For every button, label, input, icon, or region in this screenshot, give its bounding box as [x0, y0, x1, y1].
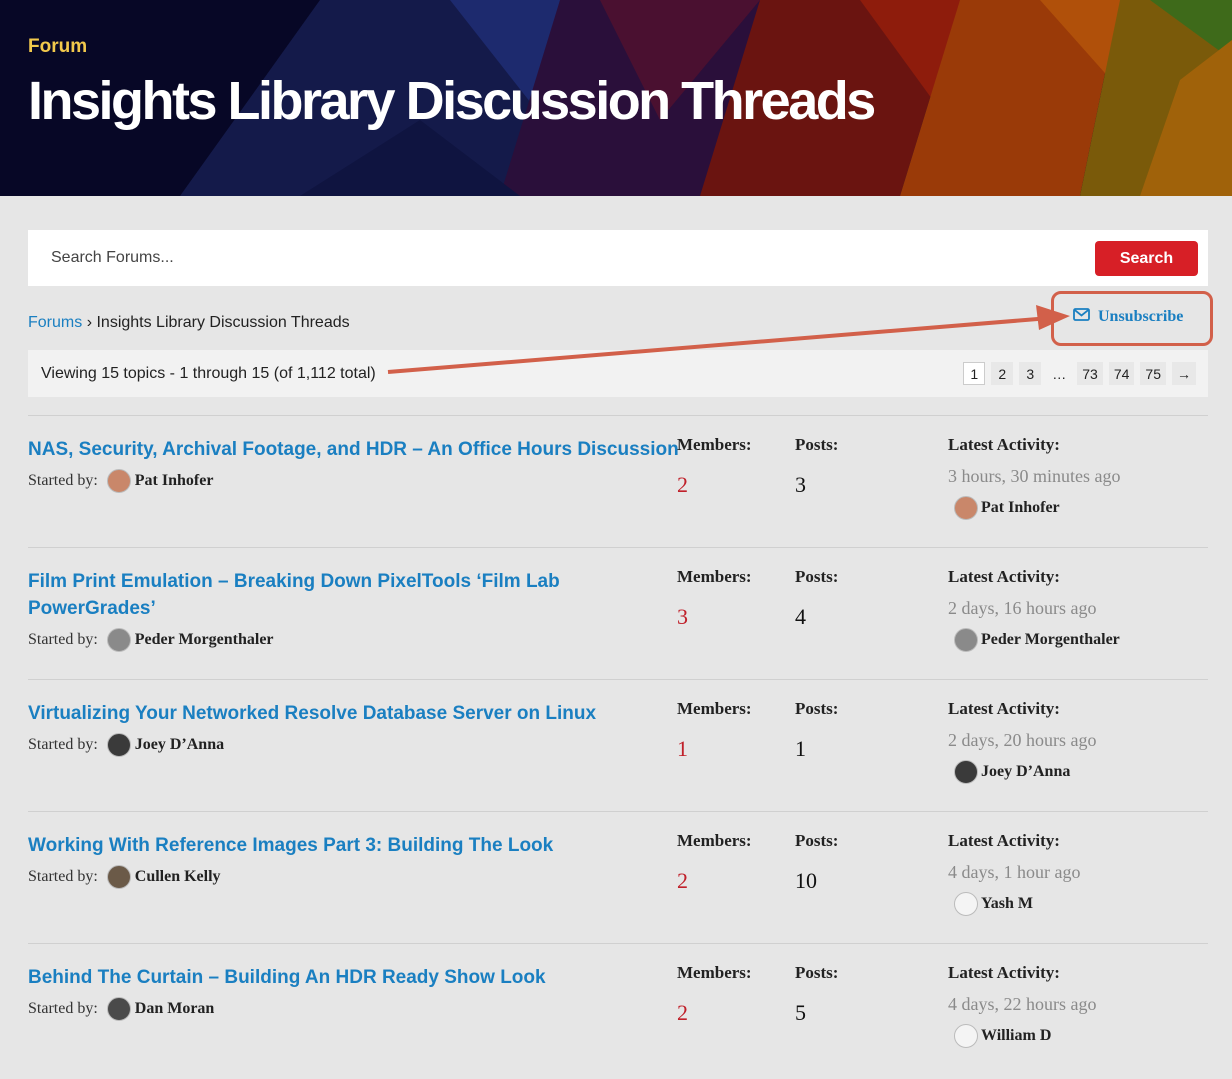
- latest-activity-label: Latest Activity:: [948, 831, 1060, 850]
- pagination-ellipsis: …: [1052, 365, 1067, 382]
- envelope-icon: [1073, 308, 1090, 326]
- started-by: Started by: Pat Inhofer: [28, 469, 213, 493]
- latest-activity-label: Latest Activity:: [948, 963, 1060, 982]
- unsubscribe-label: Unsubscribe: [1098, 308, 1184, 325]
- posts-count: 1: [795, 736, 806, 761]
- started-by-label: Started by:: [28, 631, 98, 648]
- latest-activity-username: Peder Morgenthaler: [981, 631, 1120, 648]
- next-page-button[interactable]: →: [1172, 362, 1196, 385]
- page-1-button[interactable]: 1: [963, 362, 986, 385]
- breadcrumb: Forums › Insights Library Discussion Thr…: [28, 314, 350, 332]
- search-bar: Search: [28, 230, 1208, 286]
- page-73-button[interactable]: 73: [1077, 362, 1103, 385]
- started-by-label: Started by:: [28, 1000, 98, 1017]
- breadcrumb-separator: ›: [86, 314, 93, 331]
- avatar[interactable]: [106, 628, 131, 652]
- avatar: [954, 496, 978, 520]
- page-3-button[interactable]: 3: [1019, 362, 1042, 385]
- pagination: 1 2 3 … 73 74 75 →: [963, 362, 1196, 385]
- latest-activity-username: Yash M: [981, 895, 1034, 912]
- search-input[interactable]: [28, 230, 1088, 286]
- page-header: Forum Insights Library Discussion Thread…: [0, 0, 1232, 196]
- latest-activity-username: Pat Inhofer: [981, 499, 1060, 516]
- latest-activity-time[interactable]: 3 hours, 30 minutes ago: [948, 466, 1121, 487]
- members-label: Members:: [677, 567, 752, 586]
- page-74-button[interactable]: 74: [1108, 362, 1135, 385]
- topic-title-link[interactable]: Behind The Curtain – Building An HDR Rea…: [28, 964, 683, 991]
- avatar[interactable]: [106, 733, 131, 757]
- latest-activity-time[interactable]: 2 days, 16 hours ago: [948, 598, 1096, 619]
- author-link[interactable]: Cullen Kelly: [135, 868, 221, 886]
- started-by: Started by: Peder Morgenthaler: [28, 628, 274, 652]
- started-by-label: Started by:: [28, 472, 98, 489]
- avatar: [954, 628, 978, 652]
- topic-row: Working With Reference Images Part 3: Bu…: [28, 811, 1208, 943]
- topic-row: NAS, Security, Archival Footage, and HDR…: [28, 415, 1208, 547]
- posts-label: Posts:: [795, 699, 839, 718]
- latest-activity-user[interactable]: William D: [954, 1024, 1051, 1048]
- search-button[interactable]: Search: [1095, 241, 1198, 276]
- posts-count: 10: [795, 868, 817, 893]
- avatar[interactable]: [106, 865, 131, 889]
- latest-activity-username: William D: [981, 1027, 1052, 1044]
- posts-count: 5: [795, 1000, 806, 1025]
- topic-title-link[interactable]: Virtualizing Your Networked Resolve Data…: [28, 700, 683, 727]
- posts-label: Posts:: [795, 435, 839, 454]
- author-link[interactable]: Pat Inhofer: [135, 472, 214, 490]
- members-label: Members:: [677, 435, 752, 454]
- latest-activity-label: Latest Activity:: [948, 699, 1060, 718]
- started-by-label: Started by:: [28, 736, 98, 753]
- topic-row: Film Print Emulation – Breaking Down Pix…: [28, 547, 1208, 679]
- avatar[interactable]: [106, 997, 131, 1021]
- members-count: 2: [677, 472, 688, 497]
- page-75-button[interactable]: 75: [1140, 362, 1166, 385]
- topics-summary-bar: Viewing 15 topics - 1 through 15 (of 1,1…: [28, 350, 1208, 397]
- posts-label: Posts:: [795, 831, 839, 850]
- latest-activity-label: Latest Activity:: [948, 435, 1060, 454]
- members-count: 3: [677, 604, 688, 629]
- members-count: 2: [677, 868, 688, 893]
- avatar: [954, 892, 978, 916]
- members-count: 2: [677, 1000, 688, 1025]
- topic-title-link[interactable]: Film Print Emulation – Breaking Down Pix…: [28, 568, 683, 622]
- started-by: Started by: Cullen Kelly: [28, 865, 221, 889]
- latest-activity-user[interactable]: Pat Inhofer: [954, 496, 1060, 520]
- page-title: Insights Library Discussion Threads: [28, 71, 876, 131]
- latest-activity-time[interactable]: 4 days, 1 hour ago: [948, 862, 1080, 883]
- topic-row: Behind The Curtain – Building An HDR Rea…: [28, 943, 1208, 1075]
- posts-count: 3: [795, 472, 806, 497]
- latest-activity-label: Latest Activity:: [948, 567, 1060, 586]
- topic-title-link[interactable]: Working With Reference Images Part 3: Bu…: [28, 832, 683, 859]
- avatar[interactable]: [106, 469, 131, 493]
- avatar: [954, 760, 978, 784]
- header-kicker: Forum: [28, 36, 88, 57]
- latest-activity-user[interactable]: Joey D’Anna: [954, 760, 1070, 784]
- posts-count: 4: [795, 604, 806, 629]
- posts-label: Posts:: [795, 567, 839, 586]
- avatar: [954, 1024, 978, 1048]
- latest-activity-user[interactable]: Yash M: [954, 892, 1033, 916]
- latest-activity-user[interactable]: Peder Morgenthaler: [954, 628, 1120, 652]
- breadcrumb-current: Insights Library Discussion Threads: [96, 314, 350, 331]
- author-link[interactable]: Dan Moran: [135, 1000, 215, 1018]
- unsubscribe-button[interactable]: Unsubscribe: [1073, 308, 1183, 326]
- members-label: Members:: [677, 963, 752, 982]
- started-by-label: Started by:: [28, 868, 98, 885]
- started-by: Started by: Joey D’Anna: [28, 733, 224, 757]
- topic-title-link[interactable]: NAS, Security, Archival Footage, and HDR…: [28, 436, 683, 463]
- page-2-button[interactable]: 2: [991, 362, 1014, 385]
- breadcrumb-forums-link[interactable]: Forums: [28, 314, 82, 331]
- latest-activity-username: Joey D’Anna: [981, 763, 1071, 780]
- members-count: 1: [677, 736, 688, 761]
- author-link[interactable]: Joey D’Anna: [135, 736, 224, 754]
- members-label: Members:: [677, 699, 752, 718]
- started-by: Started by: Dan Moran: [28, 997, 214, 1021]
- author-link[interactable]: Peder Morgenthaler: [135, 631, 274, 649]
- posts-label: Posts:: [795, 963, 839, 982]
- topics-count-text: Viewing 15 topics - 1 through 15 (of 1,1…: [41, 365, 376, 382]
- latest-activity-time[interactable]: 4 days, 22 hours ago: [948, 994, 1096, 1015]
- latest-activity-time[interactable]: 2 days, 20 hours ago: [948, 730, 1096, 751]
- members-label: Members:: [677, 831, 752, 850]
- topic-row: Virtualizing Your Networked Resolve Data…: [28, 679, 1208, 811]
